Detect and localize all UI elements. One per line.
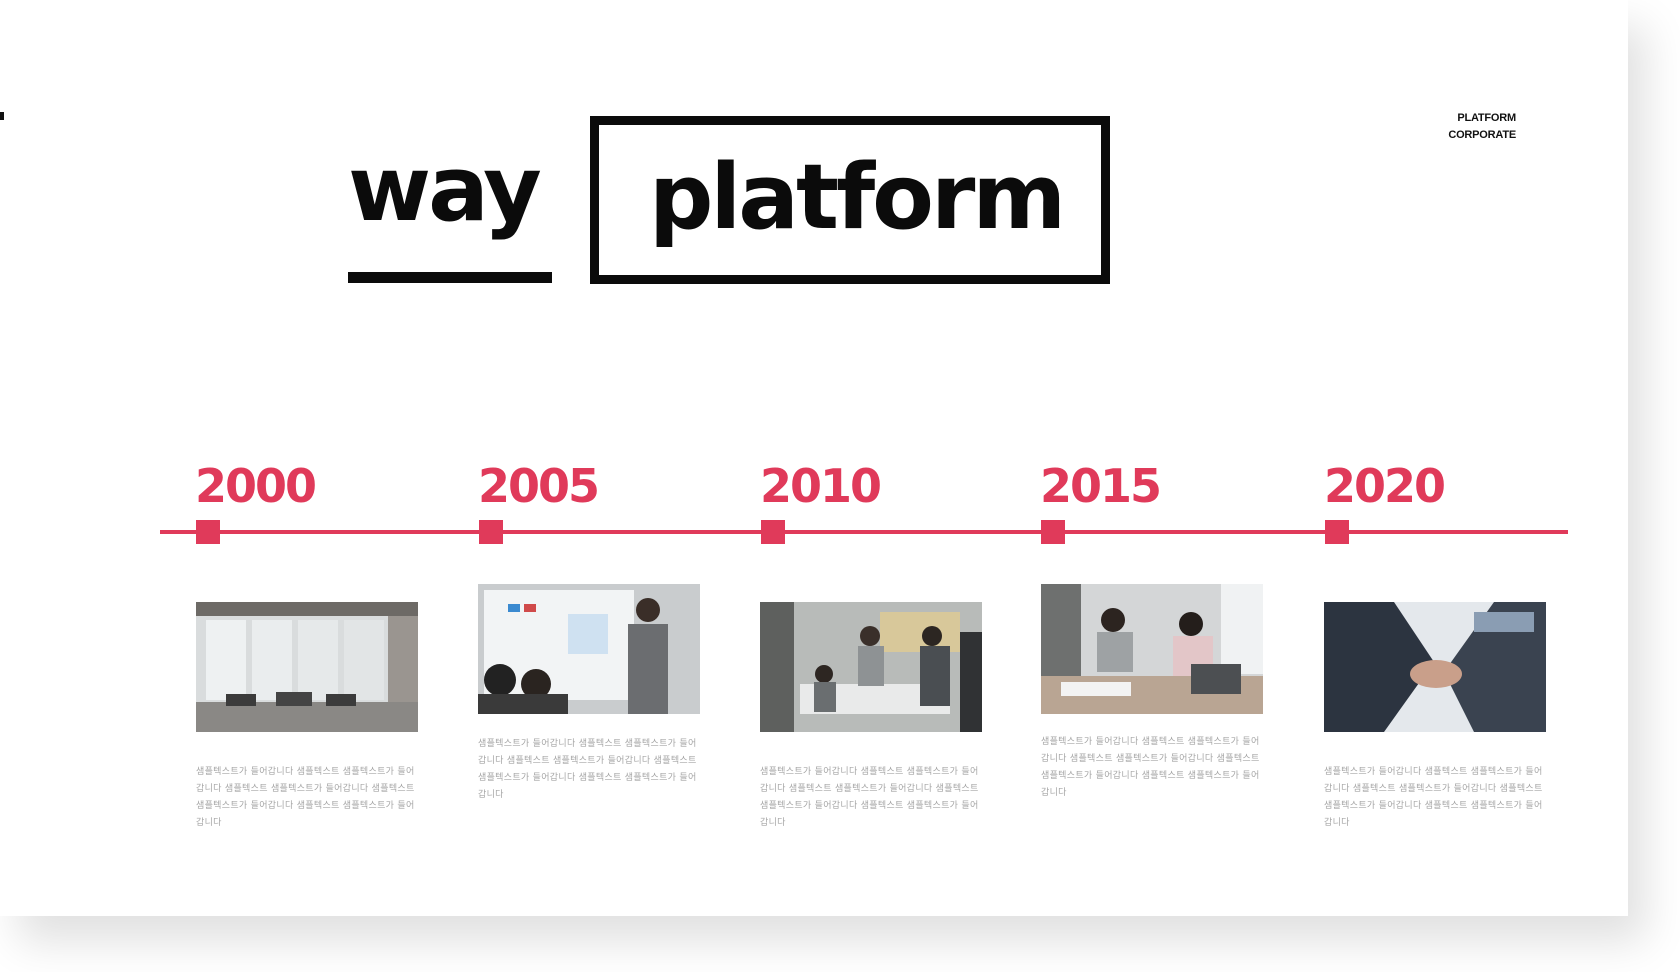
edge-mark (0, 112, 4, 120)
timeline-marker (761, 520, 785, 544)
timeline-year: 2000 (195, 459, 317, 513)
corner-label-line1: PLATFORM (1457, 112, 1516, 124)
corner-label-line2: CORPORATE (1448, 129, 1516, 141)
milestone-description: 샘플텍스트가 들어갑니다 샘플텍스트 샘플텍스트가 들어갑니다 샘플텍스트 샘플… (1041, 737, 1260, 798)
milestone-description: 샘플텍스트가 들어갑니다 샘플텍스트 샘플텍스트가 들어갑니다 샘플텍스트 샘플… (196, 767, 415, 828)
office-lounge-photo (196, 602, 418, 732)
meeting-room-photo (760, 602, 982, 732)
handshake-photo (1324, 602, 1546, 732)
timeline-marker (1041, 520, 1065, 544)
timeline-marker (479, 520, 503, 544)
presentation-photo (478, 584, 700, 714)
milestone-description: 샘플텍스트가 들어갑니다 샘플텍스트 샘플텍스트가 들어갑니다 샘플텍스트 샘플… (760, 767, 979, 828)
timeline-line (160, 530, 1568, 534)
timeline-year: 2010 (760, 459, 882, 513)
milestone-description: 샘플텍스트가 들어갑니다 샘플텍스트 샘플텍스트가 들어갑니다 샘플텍스트 샘플… (1324, 767, 1543, 828)
title-word-platform: platform (649, 145, 1066, 250)
title-word-way: way (348, 137, 542, 242)
timeline-year: 2005 (478, 459, 600, 513)
corner-label: PLATFORM CORPORATE (1448, 110, 1516, 144)
title-box: platform (590, 116, 1110, 284)
team-discussion-photo (1041, 584, 1263, 714)
slide-canvas: PLATFORM CORPORATE way platform 2000 샘플텍… (0, 0, 1680, 972)
timeline-year: 2015 (1040, 459, 1162, 513)
timeline-marker (1325, 520, 1349, 544)
timeline-marker (196, 520, 220, 544)
slide: PLATFORM CORPORATE way platform 2000 샘플텍… (0, 0, 1628, 916)
timeline-year: 2020 (1324, 459, 1446, 513)
title-underline (348, 272, 552, 283)
milestone-description: 샘플텍스트가 들어갑니다 샘플텍스트 샘플텍스트가 들어갑니다 샘플텍스트 샘플… (478, 739, 697, 800)
